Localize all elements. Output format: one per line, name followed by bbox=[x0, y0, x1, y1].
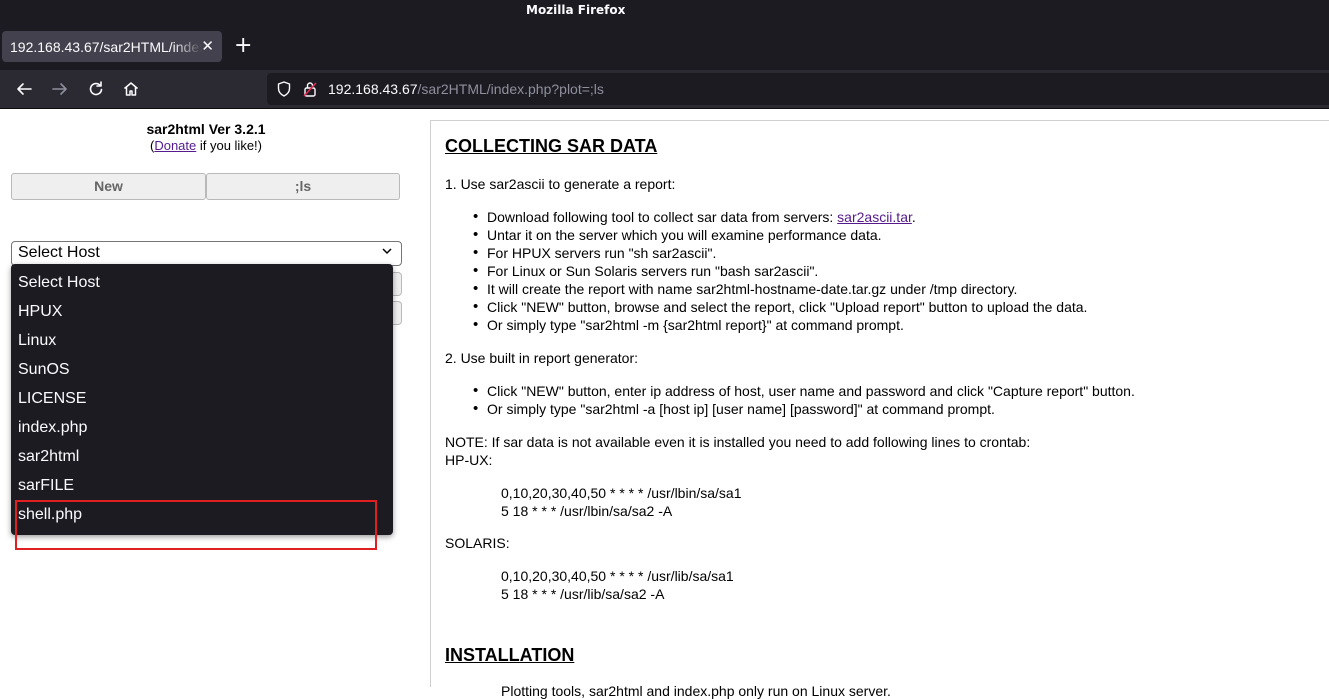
hpux-label: HP-UX: bbox=[445, 452, 493, 468]
list-item: For HPUX servers run "sh sar2ascii". bbox=[473, 244, 716, 261]
highlight-annotation-box bbox=[15, 500, 377, 550]
page-content: sar2html Ver 3.2.1 (Donate if you like!)… bbox=[0, 109, 1329, 699]
window-titlebar: Mozilla Firefox bbox=[0, 0, 1329, 22]
host-dropdown-list: Select Host HPUX Linux SunOS LICENSE ind… bbox=[11, 264, 393, 535]
crontab-line: 5 18 * * * /usr/lib/sa/sa2 -A bbox=[501, 586, 665, 602]
donate-link[interactable]: Donate bbox=[154, 138, 196, 153]
bullet-suffix: . bbox=[911, 209, 916, 225]
list-item: For Linux or Sun Solaris servers run "ba… bbox=[473, 262, 818, 279]
list-item: Untar it on the server which you will ex… bbox=[473, 226, 881, 243]
url-text[interactable]: 192.168.43.67/sar2HTML/index.php?plot=;l… bbox=[328, 81, 604, 97]
install-text: Plotting tools, sar2html and index.php o… bbox=[501, 683, 891, 699]
url-path: /sar2HTML/index.php?plot=;ls bbox=[417, 81, 604, 97]
dropdown-option[interactable]: index.php bbox=[18, 419, 87, 437]
dropdown-option[interactable]: SunOS bbox=[18, 361, 70, 379]
list-item: Or simply type "sar2html -m {sar2html re… bbox=[473, 316, 904, 333]
dropdown-option[interactable]: sarFILE bbox=[18, 477, 74, 495]
tab-close-icon[interactable]: ✕ bbox=[201, 37, 214, 55]
donate-suffix: if you like!) bbox=[196, 138, 262, 153]
solaris-label: SOLARIS: bbox=[445, 535, 510, 551]
forward-arrow-icon[interactable] bbox=[48, 77, 72, 101]
dropdown-option[interactable]: Linux bbox=[18, 332, 56, 350]
list-item: It will create the report with name sar2… bbox=[473, 280, 1017, 297]
step1-text: 1. Use sar2ascii to generate a report: bbox=[445, 176, 676, 192]
section-heading-collecting: COLLECTING SAR DATA bbox=[445, 136, 658, 156]
home-icon[interactable] bbox=[119, 77, 143, 101]
help-panel: COLLECTING SAR DATA 1. Use sar2ascii to … bbox=[430, 120, 1329, 699]
tab-title: 192.168.43.67/sar2HTML/index.php?plot=;l… bbox=[10, 39, 202, 55]
list-item: Click "NEW" button, browse and select th… bbox=[473, 298, 1087, 315]
crontab-line: 5 18 * * * /usr/lbin/sa/sa2 -A bbox=[501, 503, 673, 519]
active-tab[interactable]: 192.168.43.67/sar2HTML/index.php?plot=;l… bbox=[2, 31, 222, 62]
new-button[interactable]: New bbox=[11, 173, 206, 200]
step2-text: 2. Use built in report generator: bbox=[445, 350, 638, 366]
dropdown-option[interactable]: Select Host bbox=[18, 274, 100, 292]
reload-icon[interactable] bbox=[84, 77, 108, 101]
dropdown-option[interactable]: sar2html bbox=[18, 448, 79, 466]
chevron-down-icon bbox=[382, 248, 392, 255]
address-bar[interactable]: 192.168.43.67/sar2HTML/index.php?plot=;l… bbox=[267, 73, 1329, 105]
url-host: 192.168.43.67 bbox=[328, 81, 418, 97]
crontab-line: 0,10,20,30,40,50 * * * * /usr/lbin/sa/sa… bbox=[501, 485, 742, 501]
navigation-toolbar: 192.168.43.67/sar2HTML/index.php?plot=;l… bbox=[0, 70, 1329, 109]
window-title: Mozilla Firefox bbox=[526, 3, 626, 17]
lock-icon[interactable] bbox=[303, 81, 317, 97]
list-item: Click "NEW" button, enter ip address of … bbox=[473, 382, 1135, 399]
host-select[interactable]: Select Host bbox=[11, 241, 402, 266]
new-tab-button[interactable]: + bbox=[234, 35, 252, 57]
app-title: sar2html Ver 3.2.1 bbox=[146, 121, 266, 137]
host-select-value: Select Host bbox=[18, 244, 100, 261]
plot-button[interactable]: ;ls bbox=[206, 173, 400, 200]
crontab-line: 0,10,20,30,40,50 * * * * /usr/lib/sa/sa1 bbox=[501, 568, 734, 584]
tab-strip: 192.168.43.67/sar2HTML/index.php?plot=;l… bbox=[0, 22, 1329, 70]
section-heading-installation: INSTALLATION bbox=[445, 645, 575, 665]
left-panel: sar2html Ver 3.2.1 (Donate if you like!)… bbox=[0, 109, 412, 687]
note-text: NOTE: If sar data is not available even … bbox=[445, 434, 1031, 450]
dropdown-option[interactable]: LICENSE bbox=[18, 390, 86, 408]
list-item: Or simply type "sar2html -a [host ip] [u… bbox=[473, 400, 995, 417]
donate-line: (Donate if you like!) bbox=[0, 138, 412, 153]
list-item: Download following tool to collect sar d… bbox=[473, 208, 916, 225]
sar2ascii-link[interactable]: sar2ascii.tar bbox=[837, 209, 912, 225]
shield-icon[interactable] bbox=[277, 81, 291, 97]
dropdown-option[interactable]: HPUX bbox=[18, 303, 62, 321]
back-arrow-icon[interactable] bbox=[12, 77, 36, 101]
bullet-text: Download following tool to collect sar d… bbox=[487, 209, 838, 225]
